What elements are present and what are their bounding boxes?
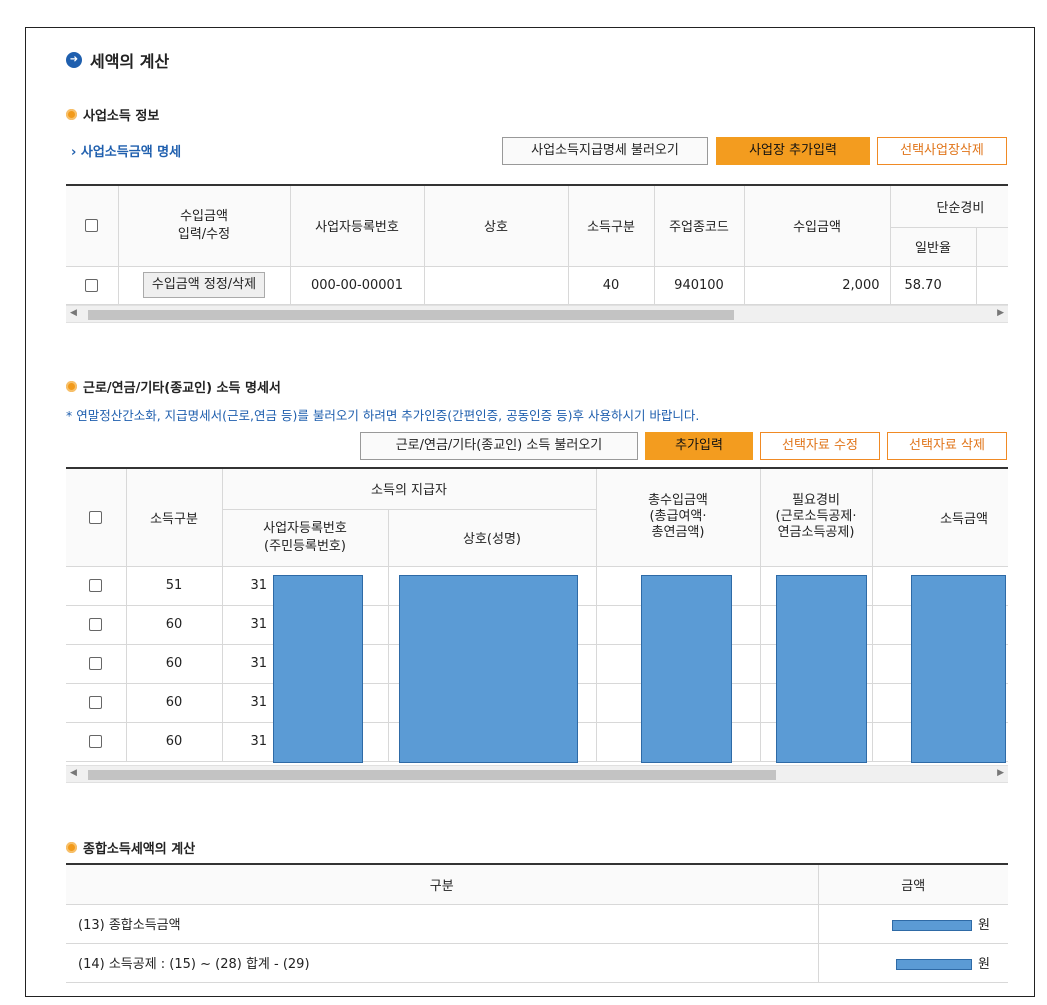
delete-selected-business-button[interactable]: 선택사업장삭제	[877, 137, 1007, 165]
load-business-payment-button[interactable]: 사업소득지급명세 불러오기	[502, 137, 708, 165]
row-income-type: 60	[126, 605, 223, 645]
select-all-checkbox[interactable]	[85, 219, 99, 233]
redaction-block	[911, 575, 1006, 763]
business-income-detail-link[interactable]: › 사업소득금액 명세	[71, 141, 181, 160]
section-title-text: 근로/연금/기타(종교인) 소득 명세서	[83, 381, 281, 396]
row-income-type: 60	[126, 683, 223, 723]
header-simple-expense: 단순경비	[890, 186, 1008, 228]
row-income-type: 40	[568, 266, 655, 305]
row-checkbox[interactable]	[89, 735, 103, 748]
scrollbar-thumb[interactable]	[88, 310, 734, 320]
revenue-edit-delete-button[interactable]: 수입금액 정정/삭제	[142, 272, 266, 298]
row-edit-cell: 수입금액 정정/삭제	[118, 266, 291, 305]
header-total-income: 총수입금액 (총급여액· 총연금액)	[596, 469, 761, 567]
row-checkbox-cell	[66, 566, 127, 606]
scroll-left-icon[interactable]: ◀	[70, 768, 77, 778]
scrollbar-thumb[interactable]	[88, 770, 776, 780]
row-amount: 원	[818, 904, 1008, 944]
header-expense: 필요경비 (근로소득공제· 연금소득공제)	[760, 469, 873, 567]
redaction-block	[273, 575, 363, 763]
row-reg-no: 000-00-00001	[290, 266, 425, 305]
bullet-icon	[66, 842, 77, 853]
tax-calc-section-title: 종합소득세액의 계산	[66, 838, 195, 857]
row-revenue: 2,000	[744, 266, 891, 305]
currency-unit: 원	[978, 918, 990, 933]
row-company	[424, 266, 569, 305]
header-name: 상호(성명)	[388, 509, 597, 567]
row-income-type: 51	[126, 566, 223, 606]
link-text: 사업소득금액 명세	[80, 145, 182, 160]
business-income-table: 수입금액 입력/수정 사업자등록번호 상호 소득구분 주업종코드 수입금액 단순…	[66, 184, 1008, 308]
row-rate: 58.70	[890, 266, 977, 305]
row-checkbox[interactable]	[85, 278, 99, 292]
tax-calc-table: 구분 금액 (13) 종합소득금액 원 (14) 소득공제 : (15) ~ (…	[66, 863, 1008, 996]
content-frame: ➜ 세액의 계산 사업소득 정보 › 사업소득금액 명세 사업소득지급명세 불러…	[25, 27, 1035, 997]
table-row: 수입금액 정정/삭제 000-00-00001 40 940100 2,000 …	[66, 266, 1008, 305]
select-all-cell	[66, 469, 127, 567]
table-row: (13) 종합소득금액 원	[66, 904, 1008, 944]
other-income-note: * 연말정산간소화, 지급명세서(근로,연금 등)를 불러오기 하려면 추가인증…	[66, 408, 700, 423]
row-amount: 원	[818, 943, 1008, 983]
row-label: (13) 종합소득금액	[66, 904, 819, 944]
header-revenue: 수입금액	[744, 186, 891, 267]
business-table-scrollbar[interactable]: ◀ ▶	[66, 305, 1008, 323]
scroll-right-icon[interactable]: ▶	[997, 308, 1004, 318]
header-reg-no: 사업자등록번호	[290, 186, 425, 267]
select-all-cell	[66, 186, 119, 267]
redaction-block	[896, 959, 973, 970]
other-income-table-scrollbar[interactable]: ◀ ▶	[66, 765, 1008, 783]
scroll-left-icon[interactable]: ◀	[70, 308, 77, 318]
row-income-type: 60	[126, 644, 223, 684]
header-payer: 소득의 지급자	[222, 469, 597, 510]
page-title: ➜ 세액의 계산	[66, 48, 169, 72]
redaction-block	[399, 575, 578, 763]
add-business-button[interactable]: 사업장 추가입력	[716, 137, 870, 165]
header-category: 구분	[66, 865, 819, 905]
business-income-section-title: 사업소득 정보	[66, 105, 159, 124]
row-checkbox[interactable]	[89, 618, 103, 631]
header-general-rate: 일반율	[890, 227, 977, 267]
header-income-type: 소득구분	[568, 186, 655, 267]
redaction-block	[776, 575, 867, 763]
other-income-section-title: 근로/연금/기타(종교인) 소득 명세서	[66, 377, 281, 396]
section-title-text: 종합소득세액의 계산	[83, 842, 196, 857]
row-checkbox-cell	[66, 683, 127, 723]
redaction-block	[892, 920, 973, 931]
bullet-icon	[66, 381, 77, 392]
chevron-right-icon: ›	[71, 145, 77, 160]
currency-unit: 원	[978, 957, 990, 972]
load-other-income-button[interactable]: 근로/연금/기타(종교인) 소득 불러오기	[360, 432, 638, 460]
row-checkbox-cell	[66, 722, 127, 762]
bullet-icon	[66, 109, 77, 120]
table-row: (14) 소득공제 : (15) ~ (28) 합계 - (29) 원	[66, 943, 1008, 983]
header-income-amount: 소득금액	[872, 469, 1008, 567]
row-extra	[976, 266, 1008, 305]
row-industry-code: 940100	[654, 266, 745, 305]
redaction-block	[641, 575, 732, 763]
row-checkbox-cell	[66, 644, 127, 684]
header-amount: 금액	[818, 865, 1008, 905]
section-title-text: 사업소득 정보	[83, 109, 160, 124]
header-edit: 수입금액 입력/수정	[118, 186, 291, 267]
header-income-type: 소득구분	[126, 469, 223, 567]
header-reg-no: 사업자등록번호 (주민등록번호)	[222, 509, 389, 567]
row-label: (14) 소득공제 : (15) ~ (28) 합계 - (29)	[66, 943, 819, 983]
row-checkbox-cell	[66, 266, 119, 305]
other-income-table: 소득구분 소득의 지급자 총수입금액 (총급여액· 총연금액) 필요경비 (근로…	[66, 467, 1008, 763]
row-checkbox-cell	[66, 605, 127, 645]
edit-selected-button[interactable]: 선택자료 수정	[760, 432, 880, 460]
scroll-right-icon[interactable]: ▶	[997, 768, 1004, 778]
header-company: 상호	[424, 186, 569, 267]
delete-selected-button[interactable]: 선택자료 삭제	[887, 432, 1007, 460]
add-entry-button[interactable]: 추가입력	[645, 432, 753, 460]
select-all-checkbox[interactable]	[89, 510, 103, 524]
arrow-circle-icon: ➜	[66, 52, 82, 68]
row-checkbox[interactable]	[89, 579, 103, 592]
header-extra	[976, 227, 1008, 267]
page-title-text: 세액의 계산	[90, 52, 170, 71]
row-income-type: 60	[126, 722, 223, 762]
header-industry-code: 주업종코드	[654, 186, 745, 267]
row-checkbox[interactable]	[89, 657, 103, 670]
row-checkbox[interactable]	[89, 696, 103, 709]
